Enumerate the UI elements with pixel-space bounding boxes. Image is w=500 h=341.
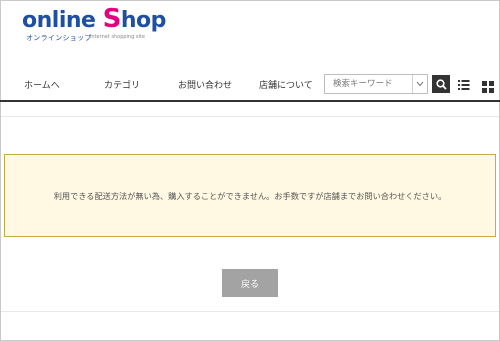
back-button[interactable]: 戻る (222, 269, 278, 297)
logo-tagline: internet shopping site (90, 34, 145, 40)
content-divider (1, 116, 499, 117)
search-icon (435, 78, 447, 90)
logo-wordmark: online Shop (22, 6, 166, 34)
grid-view-icon (482, 81, 494, 93)
nav-item-home[interactable]: ホームへ (24, 78, 60, 91)
footer-divider (1, 311, 499, 312)
chevron-down-icon (416, 81, 424, 87)
logo-kana: オンラインショップ (26, 34, 92, 42)
nav-item-contact[interactable]: お問い合わせ (178, 78, 232, 91)
nav-item-about-store[interactable]: 店舗について (259, 78, 313, 91)
nav-item-category[interactable]: カテゴリ (104, 78, 140, 91)
search-box (324, 74, 428, 94)
logo-suffix: hop (120, 8, 167, 33)
search-dropdown[interactable] (412, 75, 427, 93)
logo-prefix: online (22, 8, 103, 33)
grid-view-button[interactable] (482, 78, 494, 93)
search-button[interactable] (432, 75, 450, 93)
notice-text: 利用できる配送方法が無い為、購入することができません。お手数ですが店舗までお問い… (53, 190, 447, 201)
notice-box: 利用できる配送方法が無い為、購入することができません。お手数ですが店舗までお問い… (4, 154, 496, 237)
logo-s: S (102, 4, 122, 34)
list-view-button[interactable] (458, 77, 470, 91)
search-input[interactable] (325, 75, 419, 93)
site-logo[interactable]: online Shop オンラインショップ internet shopping … (22, 6, 182, 46)
list-view-icon (458, 80, 470, 90)
